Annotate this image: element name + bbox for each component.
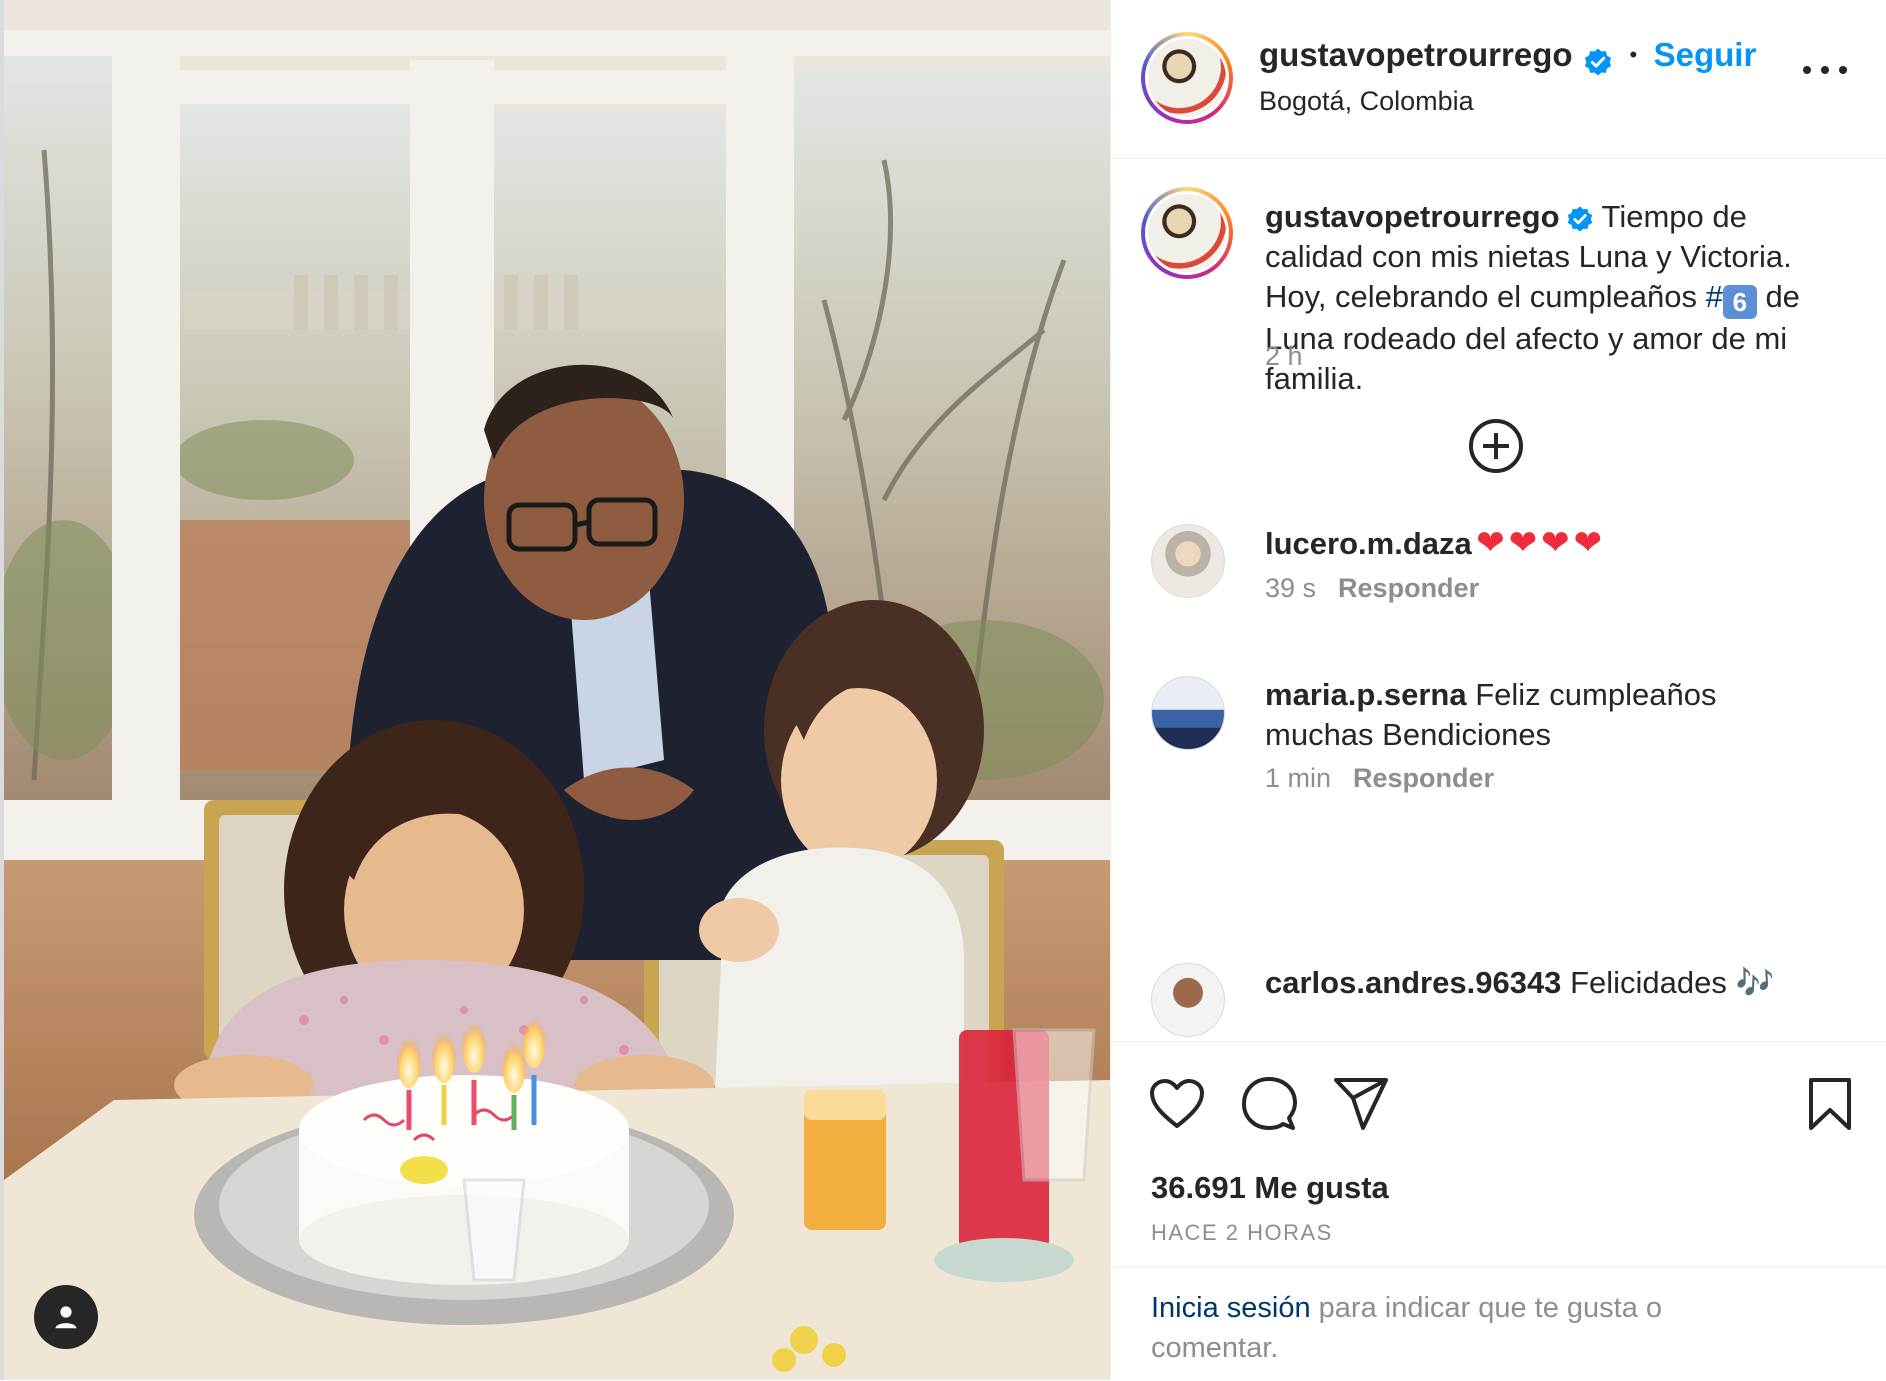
header-separator: • (1629, 42, 1638, 67)
photo-illustration (4, 0, 1110, 1380)
comment-avatar[interactable] (1151, 676, 1225, 750)
comment-icon[interactable] (1241, 1076, 1297, 1132)
comments-section: gustavopetrourrego Tiempo de calidad con… (1111, 159, 1886, 1041)
verified-badge-icon (1567, 206, 1592, 232)
reply-button[interactable]: Responder (1353, 763, 1494, 793)
load-more-plus-icon[interactable] (1467, 417, 1525, 475)
reply-button[interactable]: Responder (1338, 573, 1479, 603)
save-bookmark-icon[interactable] (1807, 1076, 1853, 1132)
caption-username[interactable]: gustavopetrourrego (1265, 199, 1560, 234)
comment-meta: 39 s Responder (1265, 573, 1479, 604)
caption-time[interactable]: 2 h (1265, 341, 1303, 372)
keycap-six: 6 (1722, 285, 1757, 319)
user-tag-button[interactable] (34, 1285, 98, 1349)
caption: gustavopetrourrego Tiempo de calidad con… (1265, 197, 1825, 399)
post-timestamp[interactable]: HACE 2 HORAS (1151, 1220, 1333, 1246)
post-header: gustavopetrourrego • Seguir Bogotá, Colo… (1111, 0, 1886, 159)
comment-2: maria.p.serna Feliz cumpleaños muchas Be… (1265, 675, 1825, 755)
comment-username[interactable]: carlos.andres.96343 (1265, 965, 1561, 1000)
comment-text: Felicidades 🎶 (1570, 965, 1775, 1000)
verified-badge-icon (1584, 48, 1612, 76)
login-link[interactable]: Inicia sesión (1151, 1292, 1311, 1324)
post-side-panel: gustavopetrourrego • Seguir Bogotá, Colo… (1110, 0, 1886, 1380)
like-heart-icon[interactable] (1149, 1078, 1205, 1130)
share-icon[interactable] (1333, 1076, 1389, 1132)
more-options-icon[interactable] (1803, 62, 1847, 78)
comment-username[interactable]: lucero.m.daza (1265, 526, 1472, 561)
header-title-row: gustavopetrourrego • Seguir (1259, 36, 1756, 77)
hashtag-symbol: # (1705, 279, 1723, 314)
comment-3: carlos.andres.96343 Felicidades 🎶 (1265, 963, 1855, 1003)
caption-hashtag[interactable]: #6 (1705, 279, 1757, 319)
post-actions: 36.691 Me gusta HACE 2 HORAS (1111, 1041, 1886, 1268)
follow-button[interactable]: Seguir (1654, 36, 1757, 73)
comment-time[interactable]: 39 s (1265, 573, 1316, 603)
comment-text: ❤❤❤❤ (1476, 524, 1607, 562)
comment-avatar[interactable] (1151, 963, 1225, 1037)
comment-username[interactable]: maria.p.serna (1265, 677, 1467, 712)
user-tag-icon (55, 1306, 77, 1329)
comment-1: lucero.m.daza ❤❤❤❤ (1265, 523, 1606, 563)
post-location[interactable]: Bogotá, Colombia (1259, 86, 1474, 117)
comment-time[interactable]: 1 min (1265, 763, 1331, 793)
caption-avatar[interactable] (1141, 187, 1233, 279)
author-username[interactable]: gustavopetrourrego (1259, 36, 1573, 73)
comment-meta: 1 min Responder (1265, 763, 1494, 794)
author-avatar[interactable] (1141, 32, 1233, 124)
likes-count[interactable]: 36.691 Me gusta (1151, 1170, 1389, 1206)
post-photo[interactable] (4, 0, 1110, 1380)
comment-avatar[interactable] (1151, 524, 1225, 598)
login-prompt: Inicia sesión para indicar que te gusta … (1111, 1267, 1886, 1381)
